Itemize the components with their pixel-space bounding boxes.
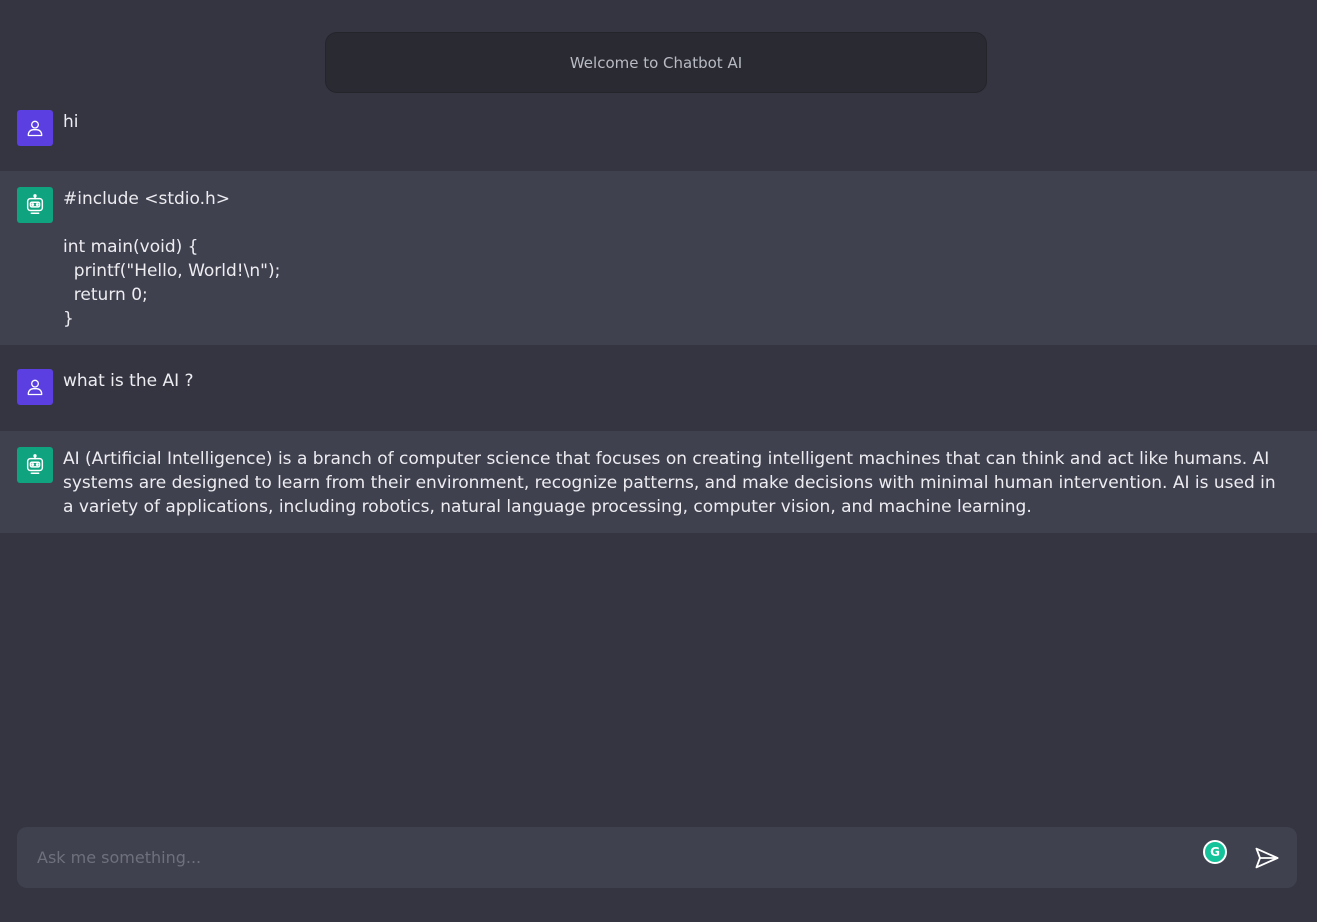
message-text: AI (Artificial Intelligence) is a branch… (63, 449, 1276, 517)
composer: G (17, 827, 1297, 888)
message-text: what is the AI ? (63, 371, 194, 391)
chat-history: hi #include <stdio.h> int main(void) { p… (0, 94, 1317, 533)
user-icon (27, 379, 43, 396)
user-avatar (17, 369, 53, 405)
message-input[interactable] (37, 837, 1203, 878)
robot-icon (26, 454, 44, 474)
message-bot: #include <stdio.h> int main(void) { prin… (0, 171, 1317, 345)
message-user: what is the AI ? (0, 345, 1317, 431)
bot-avatar (17, 447, 53, 483)
message-text: #include <stdio.h> int main(void) { prin… (63, 189, 281, 329)
message-bot: AI (Artificial Intelligence) is a branch… (0, 431, 1317, 533)
send-icon (1255, 847, 1279, 868)
grammarly-icon[interactable]: G (1203, 839, 1227, 864)
message-text: hi (63, 112, 79, 132)
bot-avatar (17, 187, 53, 223)
message-user: hi (0, 94, 1317, 171)
welcome-text: Welcome to Chatbot AI (569, 53, 743, 72)
send-button[interactable] (1251, 842, 1283, 874)
robot-icon (26, 194, 44, 214)
chat-app: Welcome to Chatbot AI hi #include <stdio… (0, 0, 1317, 922)
user-icon (27, 120, 43, 137)
welcome-banner: Welcome to Chatbot AI (325, 32, 987, 93)
user-avatar (17, 110, 53, 146)
